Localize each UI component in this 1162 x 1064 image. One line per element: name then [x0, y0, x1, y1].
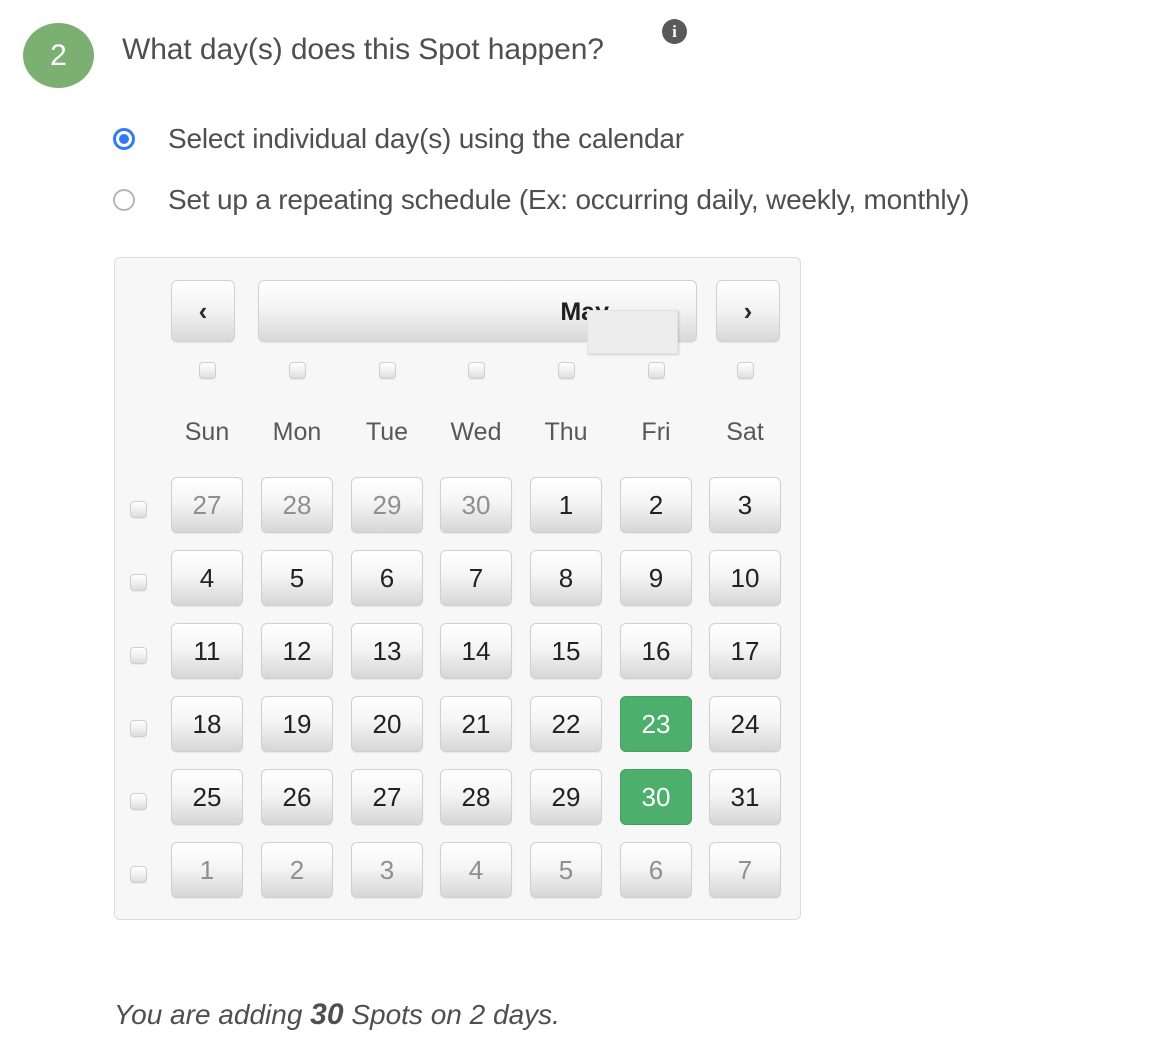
- day-cell[interactable]: 3: [351, 842, 423, 898]
- day-cell[interactable]: 3: [709, 477, 781, 533]
- day-cell[interactable]: 14: [440, 623, 512, 679]
- day-cell[interactable]: 4: [440, 842, 512, 898]
- weekday-column-checkbox-tue[interactable]: [378, 362, 396, 379]
- day-cell[interactable]: 16: [620, 623, 692, 679]
- radio-option-repeating-schedule[interactable]: Set up a repeating schedule (Ex: occurri…: [0, 169, 1162, 230]
- weekday-column-checkbox-thu[interactable]: [557, 362, 575, 379]
- day-cell[interactable]: 26: [261, 769, 333, 825]
- day-cell[interactable]: 27: [351, 769, 423, 825]
- month-selector-button[interactable]: May: [258, 280, 697, 354]
- day-cell[interactable]: 1: [171, 842, 243, 898]
- day-cell[interactable]: 5: [530, 842, 602, 898]
- question-header: 2 What day(s) does this Spot happen? i: [0, 0, 1162, 96]
- weekday-label-sat: Sat: [726, 418, 764, 446]
- week-row-checkbox-2[interactable]: [130, 574, 147, 591]
- summary-suffix: days.: [485, 999, 560, 1030]
- day-cell[interactable]: 7: [709, 842, 781, 898]
- weekday-label-tue: Tue: [365, 418, 409, 446]
- schedule-mode-radio-group: Select individual day(s) using the calen…: [0, 108, 1162, 230]
- week-row-checkbox-3[interactable]: [130, 647, 147, 664]
- weekday-column-checkbox-sun[interactable]: [198, 362, 216, 379]
- calendar-week-row: 25 26 27 28 29 30 31: [115, 766, 802, 839]
- day-cell[interactable]: 19: [261, 696, 333, 752]
- day-cell[interactable]: 22: [530, 696, 602, 752]
- weekday-column-checkbox-fri[interactable]: [647, 362, 665, 379]
- day-cell[interactable]: 5: [261, 550, 333, 606]
- day-cell[interactable]: 31: [709, 769, 781, 825]
- day-cell[interactable]: 4: [171, 550, 243, 606]
- day-cell[interactable]: 18: [171, 696, 243, 752]
- day-cell[interactable]: 25: [171, 769, 243, 825]
- day-cell[interactable]: 30: [440, 477, 512, 533]
- day-cell[interactable]: 27: [171, 477, 243, 533]
- calendar-week-row: 27 28 29 30 1 2 3: [115, 474, 802, 547]
- calendar-week-row: 18 19 20 21 22 23 24: [115, 693, 802, 766]
- day-cell[interactable]: 29: [351, 477, 423, 533]
- prev-month-button[interactable]: ‹: [171, 280, 235, 342]
- radio-label-repeating-schedule: Set up a repeating schedule (Ex: occurri…: [168, 183, 970, 215]
- day-cell[interactable]: 11: [171, 623, 243, 679]
- month-label: May: [560, 297, 609, 326]
- radio-label-individual-days: Select individual day(s) using the calen…: [168, 122, 684, 154]
- weekday-column-checkbox-mon[interactable]: [288, 362, 306, 379]
- next-month-button[interactable]: ›: [716, 280, 780, 342]
- radio-icon-selected[interactable]: [113, 127, 135, 150]
- calendar-week-row: 11 12 13 14 15 16 17: [115, 620, 802, 693]
- day-cell[interactable]: 13: [351, 623, 423, 679]
- day-cell[interactable]: 20: [351, 696, 423, 752]
- calendar-header: ‹ May ›: [115, 258, 802, 354]
- step-number-badge: 2: [23, 23, 94, 88]
- week-row-checkbox-4[interactable]: [130, 720, 147, 737]
- summary-days: 2: [469, 999, 486, 1030]
- calendar-week-row: 4 5 6 7 8 9 10: [115, 547, 802, 620]
- weekday-column-checkbox-wed[interactable]: [467, 362, 485, 379]
- week-row-checkbox-6[interactable]: [130, 866, 147, 883]
- week-row-checkbox-5[interactable]: [130, 793, 147, 810]
- calendar-weeks: 27 28 29 30 1 2 3 4 5 6 7 8 9 10 11 12 13 14 15 16 17 18 19 20 2…: [115, 474, 802, 912]
- day-cell[interactable]: 9: [620, 550, 692, 606]
- day-cell[interactable]: 6: [620, 842, 692, 898]
- weekday-label-thu: Thu: [544, 418, 588, 446]
- day-cell[interactable]: 15: [530, 623, 602, 679]
- day-cell[interactable]: 10: [709, 550, 781, 606]
- calendar-week-row: 1234567: [115, 839, 802, 912]
- week-row-checkbox-1[interactable]: [130, 501, 147, 518]
- weekday-label-sun: Sun: [184, 418, 230, 446]
- day-cell[interactable]: 17: [709, 623, 781, 679]
- spot-summary-text: You are adding 30 Spots on 2 days.: [114, 998, 560, 1032]
- radio-icon-unselected[interactable]: [113, 188, 135, 211]
- page-title: What day(s) does this Spot happen?: [122, 33, 604, 66]
- radio-option-individual-days[interactable]: Select individual day(s) using the calen…: [0, 108, 1162, 169]
- day-cell-selected[interactable]: 23: [620, 696, 692, 752]
- day-cell[interactable]: 7: [440, 550, 512, 606]
- info-icon[interactable]: i: [662, 19, 687, 44]
- summary-prefix: You are adding: [114, 999, 311, 1030]
- day-cell[interactable]: 29: [530, 769, 602, 825]
- weekday-column-checkbox-row: [115, 362, 802, 390]
- day-cell[interactable]: 1: [530, 477, 602, 533]
- day-cell[interactable]: 21: [440, 696, 512, 752]
- day-cell[interactable]: 6: [351, 550, 423, 606]
- day-cell[interactable]: 12: [261, 623, 333, 679]
- day-cell-selected[interactable]: 30: [620, 769, 692, 825]
- weekday-label-mon: Mon: [272, 418, 322, 446]
- weekday-label-row: Sun Mon Tue Wed Thu Fri Sat: [115, 418, 802, 452]
- year-input[interactable]: [587, 310, 678, 354]
- weekday-label-wed: Wed: [450, 418, 502, 446]
- day-cell[interactable]: 8: [530, 550, 602, 606]
- day-cell[interactable]: 2: [261, 842, 333, 898]
- day-cell[interactable]: 28: [440, 769, 512, 825]
- summary-middle: Spots on: [343, 999, 470, 1030]
- day-cell[interactable]: 2: [620, 477, 692, 533]
- summary-count: 30: [310, 998, 344, 1031]
- day-cell[interactable]: 28: [261, 477, 333, 533]
- day-picker-calendar: ‹ May › Sun Mon Tue Wed Thu Fri Sat 27 28 29 30 1 2…: [114, 257, 801, 920]
- weekday-label-fri: Fri: [641, 418, 671, 446]
- day-cell[interactable]: 24: [709, 696, 781, 752]
- weekday-column-checkbox-sat[interactable]: [736, 362, 754, 379]
